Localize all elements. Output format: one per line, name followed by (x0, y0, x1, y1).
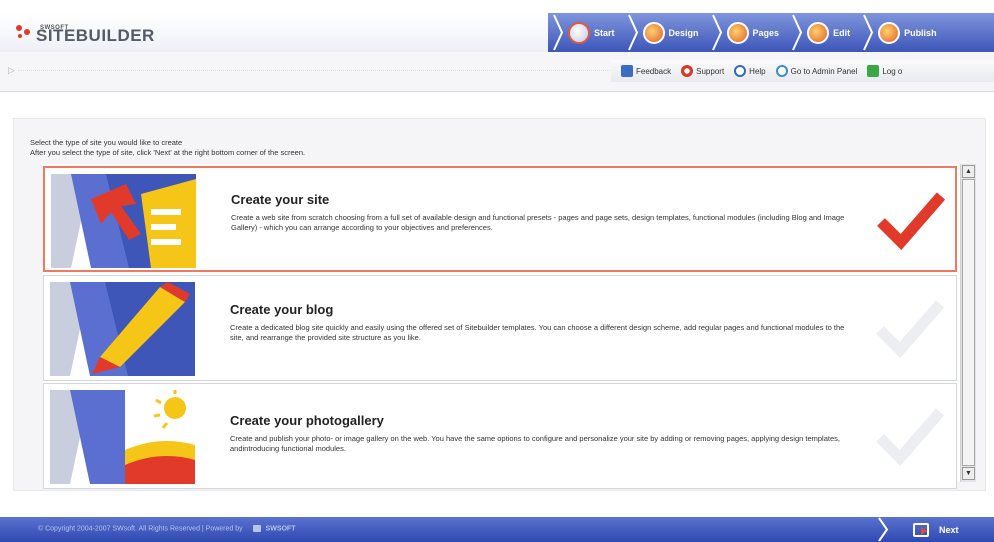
instructions: Select the type of site you would like t… (30, 138, 305, 158)
feedback-icon (621, 65, 633, 77)
option-description: Create a dedicated blog site quickly and… (230, 323, 845, 342)
instruction-line: Select the type of site you would like t… (30, 138, 183, 147)
step-label: Design (668, 27, 699, 38)
chevron-right-icon (792, 14, 803, 51)
checkmark-unselected-icon (876, 300, 944, 358)
feedback-label: Feedback (636, 66, 672, 76)
option-create-blog[interactable]: Create your blog Create a dedicated blog… (43, 275, 957, 381)
copyright: © Copyright 2004-2007 SWsoft. All Rights… (38, 525, 296, 532)
scroll-down-icon[interactable]: ▼ (962, 467, 975, 480)
step-label: Pages (752, 27, 780, 38)
next-arrow-icon (913, 522, 929, 537)
instruction-line: After you select the type of site, click… (30, 148, 306, 157)
logout-icon (867, 65, 880, 77)
option-description: Create and publish your photo- or image … (230, 434, 840, 453)
create-photogallery-icon (50, 390, 195, 484)
feedback-link[interactable]: Feedback (621, 65, 671, 77)
scroll-up-icon[interactable]: ▲ (962, 165, 975, 178)
logo: SWSOFT SITEBUILDER (14, 19, 155, 45)
support-label: Support (696, 66, 725, 76)
admin-panel-link[interactable]: Go to Admin Panel (775, 65, 858, 77)
start-icon (568, 21, 590, 44)
toolbar: ▷ Feedback Support Help Go to Admin Pane… (0, 52, 994, 92)
help-icon (734, 65, 747, 77)
wizard-steps: Start Design Pages Edit Publish (548, 13, 994, 52)
chevron-right-icon (627, 14, 638, 51)
support-link[interactable]: Support (681, 65, 724, 77)
support-icon (681, 65, 694, 77)
sitebuilder-logo-icon (14, 24, 32, 40)
next-button[interactable]: Next (889, 522, 959, 537)
option-create-photogallery[interactable]: Create your photogallery Create and publ… (43, 383, 957, 489)
step-label: Publish (904, 27, 937, 38)
checkmark-selected-icon (877, 192, 945, 250)
footer: © Copyright 2004-2007 SWsoft. All Rights… (0, 517, 994, 542)
step-start[interactable]: Start (548, 13, 623, 52)
powered-by-name: SWSOFT (265, 525, 296, 533)
create-site-icon (51, 174, 196, 268)
admin-panel-label: Go to Admin Panel (790, 66, 858, 76)
option-description: Create a web site from scratch choosing … (231, 213, 845, 232)
logout-label: Log o (882, 66, 903, 76)
design-icon (642, 21, 665, 44)
step-pages[interactable]: Pages (707, 13, 788, 52)
step-publish[interactable]: Publish (858, 13, 945, 52)
option-title: Create your site (231, 192, 330, 207)
logo-company: SWSOFT (40, 25, 69, 31)
next-label: Next (939, 524, 959, 535)
chevron-right-icon (553, 14, 564, 51)
header: SWSOFT SITEBUILDER Start Design Pages Ed… (0, 13, 994, 52)
toolbar-links: Feedback Support Help Go to Admin Panel … (611, 60, 994, 82)
chevron-right-icon (878, 517, 889, 542)
edit-icon (807, 21, 830, 44)
option-title: Create your blog (230, 302, 334, 317)
option-title: Create your photogallery (230, 413, 384, 428)
help-link[interactable]: Help (734, 65, 766, 77)
expand-panel-icon[interactable]: ▷ (8, 65, 16, 75)
option-create-site[interactable]: Create your site Create a web site from … (43, 166, 957, 272)
copyright-text: © Copyright 2004-2007 SWsoft. All Rights… (38, 525, 243, 533)
step-edit[interactable]: Edit (787, 13, 858, 52)
next-area: Next (877, 517, 994, 542)
chevron-right-icon (711, 14, 722, 51)
scroll-thumb[interactable] (962, 179, 975, 466)
chevron-right-icon (863, 14, 874, 51)
toolbar-divider (18, 70, 618, 71)
pages-icon (726, 21, 749, 44)
admin-panel-icon (775, 65, 788, 77)
vertical-scrollbar[interactable]: ▲ ▼ (960, 164, 976, 482)
publish-icon (878, 21, 901, 44)
sitebuilder-wizard: SWSOFT SITEBUILDER Start Design Pages Ed… (0, 0, 994, 542)
logout-link[interactable]: Log o (867, 65, 902, 77)
step-label: Edit (833, 27, 851, 38)
step-label: Start (594, 27, 615, 38)
swsoft-logo-icon (252, 525, 261, 532)
help-label: Help (749, 66, 766, 76)
step-design[interactable]: Design (623, 13, 707, 52)
checkmark-unselected-icon (876, 408, 944, 466)
create-blog-icon (50, 282, 195, 376)
